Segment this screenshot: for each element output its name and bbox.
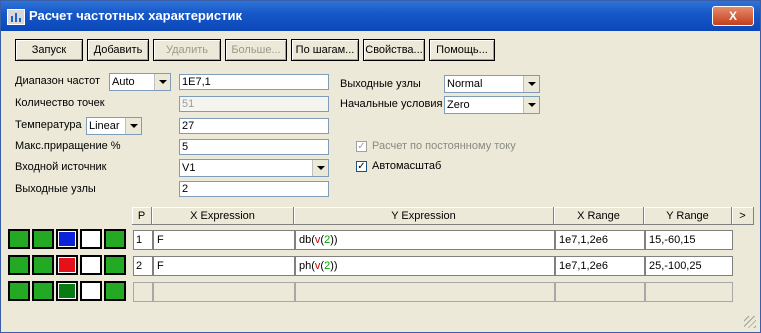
y-range-cell[interactable]: 15,-60,15: [645, 230, 733, 250]
autoscale-label: Автомасштаб: [372, 160, 442, 172]
y-func: db(: [299, 234, 315, 246]
initial-conditions-value: Zero: [447, 99, 470, 111]
curve-icon[interactable]: [104, 281, 126, 301]
curve-color-swatch[interactable]: [56, 229, 78, 249]
input-source-select[interactable]: V1: [179, 159, 329, 177]
col-header-x-range: X Range: [554, 207, 644, 225]
x-expression-cell[interactable]: F: [153, 256, 295, 276]
x-range-cell[interactable]: 1e7,1,2e6: [555, 256, 645, 276]
curve-color-swatch[interactable]: [56, 281, 78, 301]
output-nodes-input[interactable]: 2: [179, 181, 329, 197]
y-close: ): [333, 260, 338, 272]
points-input: 51: [179, 96, 329, 112]
window-title: Расчет частотных характеристик: [29, 8, 242, 23]
y-func: ph(: [299, 260, 315, 272]
x-expression-cell[interactable]: F: [153, 230, 295, 250]
table-grid-icon[interactable]: [80, 255, 102, 275]
curve-color-swatch[interactable]: [56, 255, 78, 275]
temperature-input[interactable]: 27: [179, 118, 329, 134]
col-header-y-expression: Y Expression: [294, 207, 554, 225]
output-nodes-label: Выходные узлы: [15, 183, 96, 195]
temperature-mode-value: Linear: [89, 120, 120, 132]
dc-calc-checkbox: ✓: [356, 141, 367, 152]
chart-window-icon: [7, 9, 25, 25]
max-step-label: Макс.приращение %: [15, 140, 121, 152]
freq-range-mode-select[interactable]: Auto: [109, 73, 171, 91]
output-nodes-mode-value: Normal: [447, 78, 483, 90]
add-button[interactable]: Добавить: [87, 39, 149, 61]
vertical-grid-icon[interactable]: [8, 255, 30, 275]
row-p-cell[interactable]: [133, 282, 153, 302]
y-expression-cell[interactable]: ph(v(2)): [295, 256, 555, 276]
y-close: ): [333, 234, 338, 246]
y-range-cell[interactable]: [645, 282, 733, 302]
step-button[interactable]: По шагам...: [291, 39, 359, 61]
curve-icon[interactable]: [104, 229, 126, 249]
row-p-cell[interactable]: 2: [133, 256, 153, 276]
points-label: Количество точек: [15, 97, 105, 109]
input-source-label: Входной источник: [15, 161, 107, 173]
row-p-cell[interactable]: 1: [133, 230, 153, 250]
title-bar[interactable]: Расчет частотных характеристик X: [1, 1, 760, 31]
color-fill: [59, 258, 75, 272]
y-expression-cell[interactable]: db(v(2)): [295, 230, 555, 250]
delete-button[interactable]: Удалить: [153, 39, 221, 61]
x-expression-cell[interactable]: [153, 282, 295, 302]
chevron-down-icon[interactable]: [154, 74, 170, 90]
initial-conditions-label: Начальные условия: [340, 98, 443, 110]
y-expression-cell[interactable]: [295, 282, 555, 302]
chevron-down-icon[interactable]: [312, 160, 328, 176]
autoscale-checkbox[interactable]: ✓: [356, 161, 367, 172]
table-grid-icon[interactable]: [80, 281, 102, 301]
col-header-x-expression: X Expression: [152, 207, 294, 225]
x-range-cell[interactable]: [555, 282, 645, 302]
x-range-cell[interactable]: 1e7,1,2e6: [555, 230, 645, 250]
input-source-value: V1: [182, 162, 196, 174]
temperature-label: Температура: [15, 119, 82, 131]
max-step-input[interactable]: 5: [179, 139, 329, 155]
freq-range-input[interactable]: 1E7,1: [179, 74, 329, 90]
horizontal-grid-icon[interactable]: [32, 255, 54, 275]
vertical-grid-icon[interactable]: [8, 229, 30, 249]
scroll-right-button[interactable]: >: [732, 207, 754, 225]
resize-grip-icon[interactable]: [744, 316, 756, 328]
expression-grid: P X Expression Y Expression X Range Y Ra…: [6, 207, 755, 307]
y-range-cell[interactable]: 25,-100,25: [645, 256, 733, 276]
output-nodes-mode-select[interactable]: Normal: [444, 75, 540, 93]
chevron-down-icon[interactable]: [523, 76, 539, 92]
analysis-window: Расчет частотных характеристик X Запуск …: [0, 0, 761, 333]
close-button[interactable]: X: [712, 6, 754, 26]
initial-conditions-select[interactable]: Zero: [444, 96, 540, 114]
chevron-down-icon[interactable]: [523, 97, 539, 113]
curve-icon[interactable]: [104, 255, 126, 275]
help-button[interactable]: Помощь...: [429, 39, 495, 61]
freq-range-label: Диапазон частот: [15, 75, 101, 87]
more-button[interactable]: Больше...: [225, 39, 287, 61]
horizontal-grid-icon[interactable]: [32, 281, 54, 301]
col-header-p: P: [132, 207, 152, 225]
col-header-y-range: Y Range: [644, 207, 732, 225]
color-fill: [59, 232, 75, 246]
table-grid-icon[interactable]: [80, 229, 102, 249]
freq-range-mode-value: Auto: [112, 76, 135, 88]
color-fill: [59, 284, 75, 298]
temperature-mode-select[interactable]: Linear: [86, 117, 142, 135]
properties-button[interactable]: Свойства...: [363, 39, 425, 61]
run-button[interactable]: Запуск: [15, 39, 83, 61]
dc-calc-label: Расчет по постоянному току: [372, 140, 516, 152]
horizontal-grid-icon[interactable]: [32, 229, 54, 249]
output-nodes-mode-label: Выходные узлы: [340, 78, 421, 90]
vertical-grid-icon[interactable]: [8, 281, 30, 301]
chevron-down-icon[interactable]: [125, 118, 141, 134]
